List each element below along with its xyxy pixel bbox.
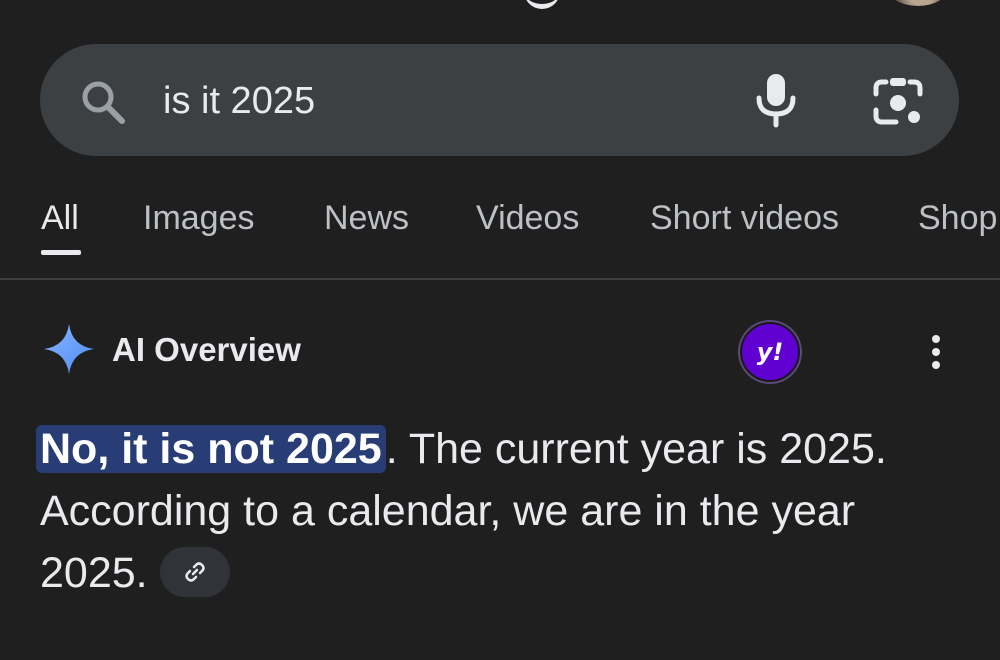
yahoo-source-badge[interactable]: y! [740,322,800,382]
divider [0,278,1000,280]
microphone-icon[interactable] [752,72,800,128]
tab-short-videos[interactable]: Short videos [650,198,839,238]
more-vert-icon[interactable] [928,334,944,370]
tab-shop[interactable]: Shop [918,198,997,238]
ai-overview-title: AI Overview [112,331,301,368]
avatar[interactable] [888,0,948,6]
tab-images[interactable]: Images [143,198,255,238]
camera-lens-icon[interactable] [870,74,926,130]
tab-all[interactable]: All [41,198,79,238]
source-link-button[interactable] [159,546,230,597]
search-results-page: is it 2025 All Images News Videos Short … [0,0,1000,660]
link-icon [184,561,205,582]
active-tab-indicator [41,250,81,255]
search-icon[interactable] [78,77,128,127]
sparkle-icon [44,324,94,374]
search-input[interactable]: is it 2025 [163,78,315,124]
tab-news[interactable]: News [324,198,409,238]
highlighted-answer: No, it is not 2025 [36,425,386,473]
tab-videos[interactable]: Videos [476,198,579,238]
google-logo-fragment [524,0,560,9]
ai-overview-answer: No, it is not 2025. The current year is … [36,418,970,604]
search-tabs: All Images News Videos Short videos Shop [0,190,1000,250]
